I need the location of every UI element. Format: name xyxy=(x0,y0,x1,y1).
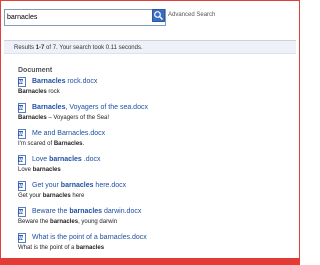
word-document-icon: W xyxy=(18,181,26,191)
results-summary-text: of 7. Your search took 0.11 seconds. xyxy=(44,45,143,51)
highlight-term: barnacles xyxy=(69,208,103,215)
text-part: . xyxy=(82,141,85,147)
highlight-term: Barnacles xyxy=(18,89,47,95)
svg-text:W: W xyxy=(19,79,24,85)
highlight-term: Barnacles xyxy=(53,141,83,147)
text-part: – Voyagers of the Sea! xyxy=(46,115,110,121)
advanced-search-link[interactable]: Advanced Search xyxy=(168,11,215,20)
text-part: What is the point of a barnacles.docx xyxy=(32,234,147,241)
result-title-link[interactable]: Love barnacles .docx xyxy=(32,155,101,164)
text-part: rock.docx xyxy=(65,78,98,85)
search-button[interactable] xyxy=(152,9,165,22)
highlight-term: barnacles xyxy=(76,245,105,251)
text-part: Get your xyxy=(18,193,43,199)
word-document-icon: W xyxy=(18,233,26,243)
result-snippet: Barnacles – Voyagers of the Sea! xyxy=(18,114,109,122)
highlight-term: Barnacles xyxy=(18,115,47,121)
text-part: rock xyxy=(46,89,60,95)
text-part: , Voyagers of the sea.docx xyxy=(65,104,148,111)
text-part: Love xyxy=(32,156,50,163)
text-part: Beware the xyxy=(18,219,51,225)
result-snippet: Love barnacles xyxy=(18,166,61,174)
text-part: I'm scared of xyxy=(18,141,54,147)
highlight-term: Barnacles xyxy=(32,78,66,85)
text-part: here xyxy=(70,193,85,199)
highlight-term: barnacles xyxy=(32,167,61,173)
results-summary-bar: Results 1-7 of 7. Your search took 0.11 … xyxy=(4,40,296,54)
highlight-term: barnacles xyxy=(60,182,94,189)
svg-text:W: W xyxy=(19,183,24,189)
svg-text:W: W xyxy=(19,105,24,111)
text-part: Love xyxy=(18,167,33,173)
svg-text:W: W xyxy=(19,235,24,241)
word-document-icon: W xyxy=(18,155,26,165)
highlight-term: barnacles xyxy=(50,219,79,225)
result-title-link[interactable]: Beware the barnacles darwin.docx xyxy=(32,207,141,216)
result-title-link[interactable]: Barnacles rock.docx xyxy=(32,77,97,86)
svg-text:W: W xyxy=(19,209,24,215)
word-document-icon: W xyxy=(18,207,26,217)
document-section-heading: Document xyxy=(18,67,53,74)
word-document-icon: W xyxy=(18,77,26,87)
frame-bottom-bar xyxy=(0,258,300,265)
magnifier-icon xyxy=(154,11,163,20)
search-input[interactable] xyxy=(4,9,166,26)
highlight-term: barnacles xyxy=(42,193,71,199)
word-document-icon: W xyxy=(18,129,26,139)
results-summary-prefix: Results xyxy=(14,45,36,51)
highlight-term: barnacles xyxy=(49,156,82,163)
text-part: here.docx xyxy=(93,182,127,189)
text-part: Me and Barnacles.docx xyxy=(32,130,106,137)
highlight-term: Barnacles xyxy=(32,104,66,111)
result-snippet: Beware the barnacles, young darwin xyxy=(18,218,117,226)
text-part: Beware the xyxy=(32,208,70,215)
result-snippet: I'm scared of Barnacles. xyxy=(18,140,84,148)
result-snippet: What is the point of a barnacles xyxy=(18,244,104,252)
result-snippet: Barnacles rock xyxy=(18,88,60,96)
svg-text:W: W xyxy=(19,157,24,163)
text-part: .docx xyxy=(81,156,101,163)
text-part: What is the point of a xyxy=(18,245,77,251)
result-title-link[interactable]: Get your barnacles here.docx xyxy=(32,181,126,190)
result-title-link[interactable]: Barnacles, Voyagers of the sea.docx xyxy=(32,103,148,112)
result-snippet: Get your barnacles here xyxy=(18,192,84,200)
word-document-icon: W xyxy=(18,103,26,113)
text-part: , young darwin xyxy=(78,219,118,225)
text-part: Get your xyxy=(32,182,61,189)
result-title-link[interactable]: Me and Barnacles.docx xyxy=(32,129,105,138)
text-part: darwin.docx xyxy=(102,208,142,215)
result-title-link[interactable]: What is the point of a barnacles.docx xyxy=(32,233,147,242)
svg-text:W: W xyxy=(19,131,24,137)
